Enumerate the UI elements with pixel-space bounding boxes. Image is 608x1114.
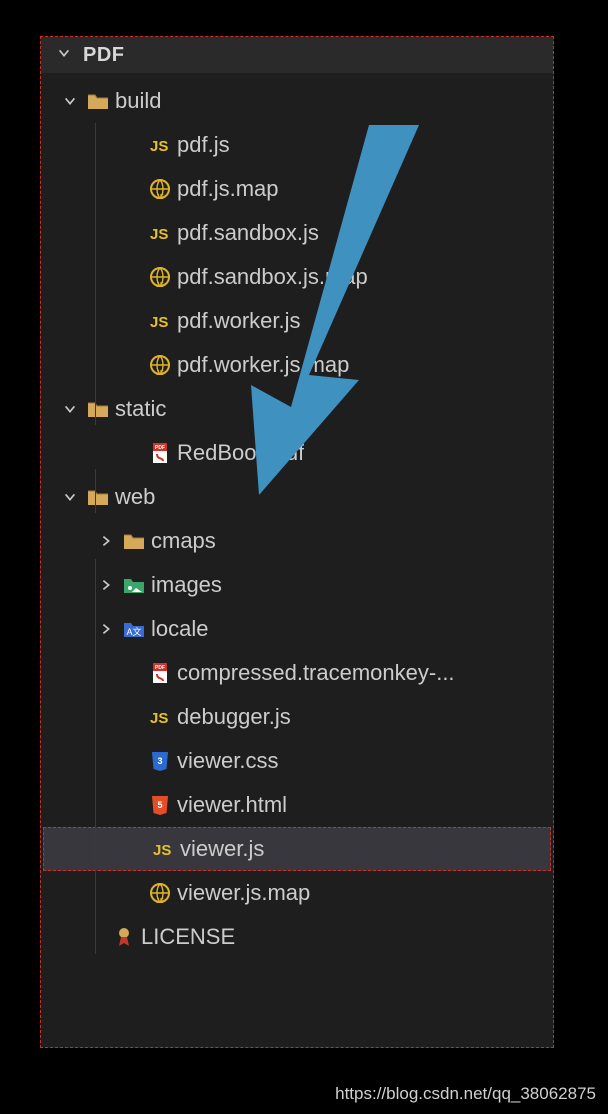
svg-text:JS: JS [156,898,165,905]
tree-item-label: static [115,396,166,422]
tree-file[interactable]: PDF RedBook.pdf [41,431,553,475]
tree-item-label: RedBook.pdf [177,440,304,466]
tree-file[interactable]: JS pdf.js [41,123,553,167]
tree-item-label: pdf.js [177,132,230,158]
tree-file[interactable]: PDF compressed.tracemonkey-... [41,651,553,695]
map-file-icon: JS [147,880,173,906]
tree-file[interactable]: JS pdf.js.map [41,167,553,211]
svg-text:A文: A文 [126,626,141,637]
tree-folder[interactable]: static [41,387,553,431]
svg-text:JS: JS [150,226,168,243]
svg-text:JS: JS [156,194,165,201]
tree-folder[interactable]: A文 locale [41,607,553,651]
indent-guide [95,559,96,954]
chevron-down-icon [59,484,81,510]
svg-text:JS: JS [150,314,168,331]
pdf-file-icon: PDF [147,660,173,686]
tree-file[interactable]: 5 viewer.html [41,783,553,827]
tree-folder[interactable]: cmaps [41,519,553,563]
tree-item-label: cmaps [151,528,216,554]
folder-icon [85,484,111,510]
tree-item-label: viewer.html [177,792,287,818]
folder-icon [121,528,147,554]
tree-item-label: pdf.sandbox.js [177,220,319,246]
tree-file[interactable]: JS viewer.js [43,827,551,871]
file-tree: build JS pdf.js JS pdf.js.map JS pdf.sandbox.j… [41,73,553,959]
tree-file[interactable]: JS pdf.sandbox.js [41,211,553,255]
tree-item-label: compressed.tracemonkey-... [177,660,455,686]
tree-file[interactable]: 3 viewer.css [41,739,553,783]
css-file-icon: 3 [147,748,173,774]
map-file-icon: JS [147,264,173,290]
svg-text:PDF: PDF [155,445,165,451]
map-file-icon: JS [147,352,173,378]
folder-icon [85,88,111,114]
explorer-header[interactable]: PDF [41,37,553,73]
tree-item-label: build [115,88,161,114]
indent-guide [95,123,96,425]
indent-guide [95,469,96,513]
tree-item-label: images [151,572,222,598]
license-file-icon [111,924,137,950]
folder-icon [85,396,111,422]
tree-folder[interactable]: images [41,563,553,607]
tree-item-label: pdf.worker.js.map [177,352,349,378]
svg-text:5: 5 [157,800,162,810]
svg-text:JS: JS [156,282,165,289]
tree-file[interactable]: LICENSE [41,915,553,959]
tree-item-label: viewer.js.map [177,880,310,906]
tree-folder[interactable]: web [41,475,553,519]
tree-file[interactable]: JS pdf.worker.js [41,299,553,343]
tree-file[interactable]: JS pdf.worker.js.map [41,343,553,387]
folder-locale-icon: A文 [121,616,147,642]
tree-item-label: pdf.worker.js [177,308,301,334]
js-file-icon: JS [147,220,173,246]
js-file-icon: JS [147,704,173,730]
svg-text:JS: JS [153,842,171,859]
tree-item-label: debugger.js [177,704,291,730]
tree-item-label: viewer.js [180,836,264,862]
root-folder-label: PDF [83,44,125,67]
html-file-icon: 5 [147,792,173,818]
tree-item-label: web [115,484,155,510]
js-file-icon: JS [147,308,173,334]
svg-text:JS: JS [150,710,168,727]
file-explorer-panel: PDF build JS pdf.js JS pdf.js.map JS pdf.sandb… [40,36,554,1048]
chevron-right-icon [95,528,117,554]
watermark-text: https://blog.csdn.net/qq_38062875 [335,1084,596,1104]
tree-file[interactable]: JS debugger.js [41,695,553,739]
tree-file[interactable]: JS viewer.js.map [41,871,553,915]
tree-item-label: pdf.js.map [177,176,279,202]
js-file-icon: JS [150,836,176,862]
chevron-down-icon [59,88,81,114]
chevron-right-icon [95,616,117,642]
chevron-down-icon [53,46,75,65]
tree-item-label: pdf.sandbox.js.map [177,264,368,290]
tree-file[interactable]: JS pdf.sandbox.js.map [41,255,553,299]
folder-images-icon [121,572,147,598]
pdf-file-icon: PDF [147,440,173,466]
tree-item-label: LICENSE [141,924,235,950]
chevron-down-icon [59,396,81,422]
tree-item-label: viewer.css [177,748,278,774]
svg-text:PDF: PDF [155,665,165,671]
js-file-icon: JS [147,132,173,158]
tree-folder[interactable]: build [41,79,553,123]
svg-text:JS: JS [156,370,165,377]
svg-text:JS: JS [150,138,168,155]
map-file-icon: JS [147,176,173,202]
tree-item-label: locale [151,616,208,642]
svg-text:3: 3 [157,756,162,766]
chevron-right-icon [95,572,117,598]
